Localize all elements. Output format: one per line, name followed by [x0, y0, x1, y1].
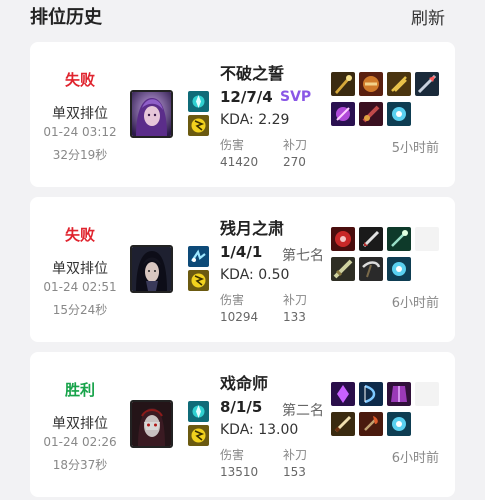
item-spear-icon — [415, 72, 439, 96]
damage-value: 10294 — [220, 310, 259, 324]
champion-portrait-icon[interactable] — [130, 90, 173, 138]
item-grid — [331, 72, 445, 132]
champion-portrait-icon[interactable] — [130, 400, 173, 448]
item-dagger-icon — [359, 227, 383, 251]
spell-flash-icon — [188, 270, 209, 291]
match-duration: 15分24秒 — [52, 303, 108, 317]
kda-score: 8/1/5 — [220, 398, 263, 416]
item-wand-icon — [387, 227, 411, 251]
page-header: 排位历史 刷新 — [0, 0, 485, 32]
match-mode: 单双排位 — [52, 106, 108, 122]
item-grid — [331, 227, 445, 287]
match-rank: 第七名 — [282, 248, 324, 264]
kda-score: 12/7/4 — [220, 88, 273, 106]
item-ward-icon — [387, 102, 411, 126]
item-scythe-icon — [359, 257, 383, 281]
champion-name: 残月之肃 — [220, 219, 285, 238]
spell-teleport-icon — [188, 401, 209, 422]
cs-value: 153 — [283, 465, 306, 479]
damage-label: 伤害 — [220, 293, 245, 307]
cs-label: 补刀 — [283, 138, 308, 152]
item-blade-icon — [387, 72, 411, 96]
match-rank: 第二名 — [282, 403, 324, 419]
champion-portrait-icon[interactable] — [130, 245, 173, 293]
match-card[interactable]: 失败 单双排位 01-24 02:51 15分24秒 残月之肃 1/4/1 第七… — [30, 197, 455, 342]
svp-badge: SVP — [280, 89, 312, 105]
match-card[interactable]: 胜利 单双排位 01-24 02:26 18分37秒 戏命师 8/1/5 第二名… — [30, 352, 455, 497]
spell-flash-icon — [188, 115, 209, 136]
kda-ratio: KDA: 13.00 — [220, 422, 299, 438]
empty-item-slot — [415, 227, 439, 251]
item-gauntlet-icon — [359, 72, 383, 96]
cs-label: 补刀 — [283, 448, 308, 462]
time-ago: 6小时前 — [391, 451, 439, 466]
item-katana-icon — [331, 412, 355, 436]
match-card[interactable]: 失败 单双排位 01-24 03:12 32分19秒 不破之誓 12/7/4 S… — [30, 42, 455, 187]
item-sword-icon — [331, 72, 355, 96]
damage-value: 41420 — [220, 155, 259, 169]
match-mode: 单双排位 — [52, 416, 108, 432]
time-ago: 6小时前 — [391, 296, 439, 311]
item-bow-icon — [359, 382, 383, 406]
cs-value: 133 — [283, 310, 306, 324]
damage-label: 伤害 — [220, 448, 245, 462]
match-result: 失败 — [64, 71, 95, 89]
item-ward-icon — [387, 412, 411, 436]
empty-item-slot — [415, 382, 439, 406]
spell-ghost-icon — [188, 246, 209, 267]
cs-label: 补刀 — [283, 293, 308, 307]
champion-name: 不破之誓 — [220, 64, 285, 83]
kda-score: 1/4/1 — [220, 243, 263, 261]
time-ago: 5小时前 — [391, 141, 439, 156]
item-staff-icon — [331, 102, 355, 126]
damage-value: 13510 — [220, 465, 259, 479]
item-shield-icon — [331, 227, 355, 251]
match-result: 失败 — [64, 226, 95, 244]
item-ward-icon — [387, 257, 411, 281]
champion-name: 戏命师 — [220, 374, 269, 393]
spell-teleport-icon — [188, 91, 209, 112]
match-result: 胜利 — [64, 381, 95, 399]
page-title: 排位历史 — [30, 7, 102, 28]
match-duration: 32分19秒 — [52, 148, 108, 162]
cs-value: 270 — [283, 155, 306, 169]
item-cloak-icon — [387, 382, 411, 406]
match-mode: 单双排位 — [52, 261, 108, 277]
match-duration: 18分37秒 — [52, 458, 108, 472]
item-axe-icon — [359, 412, 383, 436]
match-datetime: 01-24 03:12 — [43, 125, 117, 139]
match-datetime: 01-24 02:26 — [43, 435, 117, 449]
damage-label: 伤害 — [220, 138, 245, 152]
item-grid — [331, 382, 445, 442]
item-crystal-icon — [331, 382, 355, 406]
kda-ratio: KDA: 0.50 — [220, 267, 290, 283]
spell-flash-icon — [188, 425, 209, 446]
item-greatsword-icon — [331, 257, 355, 281]
match-datetime: 01-24 02:51 — [43, 280, 117, 294]
kda-ratio: KDA: 2.29 — [220, 112, 290, 128]
item-cleaver-icon — [359, 102, 383, 126]
refresh-button[interactable]: 刷新 — [411, 4, 445, 29]
